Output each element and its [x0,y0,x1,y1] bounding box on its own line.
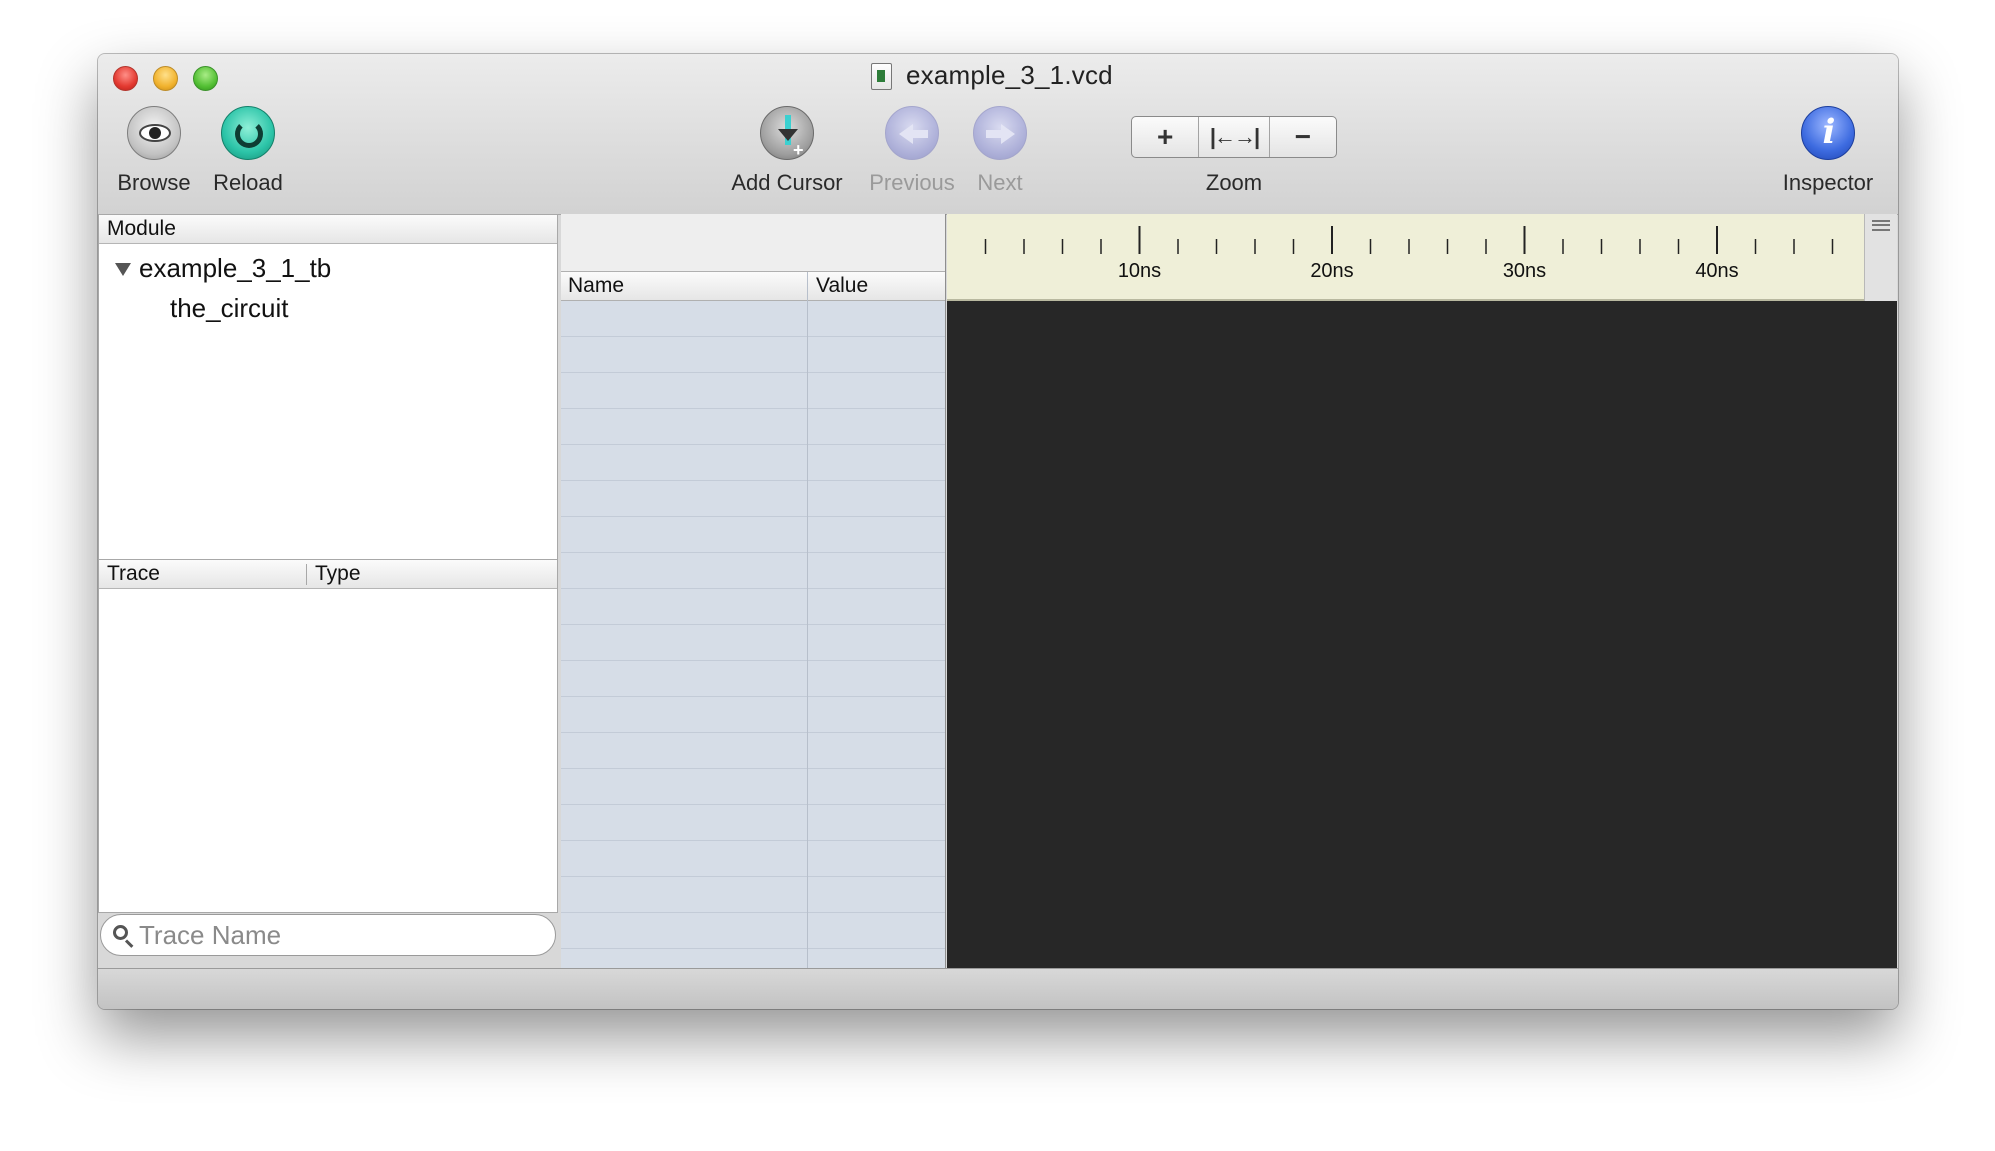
trace-name-search-field[interactable]: Trace Name [100,914,556,956]
zoom-out-button[interactable]: − [1268,117,1336,157]
tree-item-example-3-1-tb[interactable]: example_3_1_tb [139,253,331,284]
signal-list-panel: Name Value [561,214,946,968]
tree-item-the-circuit[interactable]: the_circuit [170,293,289,324]
type-column-header[interactable]: Type [315,562,361,586]
reload-label: Reload [213,170,283,195]
signal-table-header: Name Value [561,272,945,301]
window-title: example_3_1.vcd [906,60,1113,90]
trace-column-header[interactable]: Trace [107,562,160,586]
signal-list-top-area [561,214,945,272]
ruler-corner [1864,214,1897,301]
module-header[interactable]: Module [99,215,557,244]
status-bar [98,968,1898,1009]
info-icon: i [1801,106,1855,160]
menu-lines-icon[interactable] [1872,220,1890,231]
minimize-window-button[interactable] [153,66,178,91]
signal-rows[interactable] [561,301,945,968]
tick-label: 40ns [1695,260,1738,282]
left-arrow-icon [885,106,939,160]
previous-label: Previous [869,170,955,195]
ruler-ticks: 10ns 20ns 30ns 40ns [984,226,1834,282]
tick-label: 10ns [1118,260,1161,282]
toolbar: example_3_1.vcd Browse Reload + Add Curs… [98,54,1898,215]
next-label: Next [977,170,1023,195]
right-arrow-icon [973,106,1027,160]
name-column-header[interactable]: Name [568,274,624,298]
search-icon [113,925,128,940]
inspector-label: Inspector [1782,170,1874,195]
search-placeholder: Trace Name [139,920,282,950]
app-window: example_3_1.vcd Browse Reload + Add Curs… [98,54,1898,1009]
zoom-window-button[interactable] [193,66,218,91]
add-cursor-label: Add Cursor [731,170,843,195]
waveform-panel: 10ns 20ns 30ns 40ns [947,214,1897,968]
value-column-header[interactable]: Value [816,274,868,298]
zoom-label: Zoom [1205,170,1263,195]
module-panel: Module example_3_1_tb the_circuit [98,214,558,560]
add-cursor-icon: + [760,106,814,160]
zoom-in-button[interactable]: + [1132,117,1198,157]
time-ruler[interactable]: 10ns 20ns 30ns 40ns [947,214,1864,301]
tick-label: 20ns [1310,260,1353,282]
close-window-button[interactable] [113,66,138,91]
browse-label: Browse [117,170,191,195]
module-column-label: Module [107,217,176,240]
zoom-fit-button[interactable]: |←→| [1198,117,1269,157]
trace-panel: Trace Type [98,559,558,913]
eye-icon [127,106,181,160]
tick-label: 30ns [1503,260,1546,282]
reload-icon [221,106,275,160]
disclosure-triangle-icon[interactable] [115,263,131,276]
waveform-area[interactable] [947,301,1897,968]
trace-table-header: Trace Type [99,560,557,589]
zoom-control: + |←→| − [1131,116,1337,158]
vcd-document-icon [871,63,892,90]
